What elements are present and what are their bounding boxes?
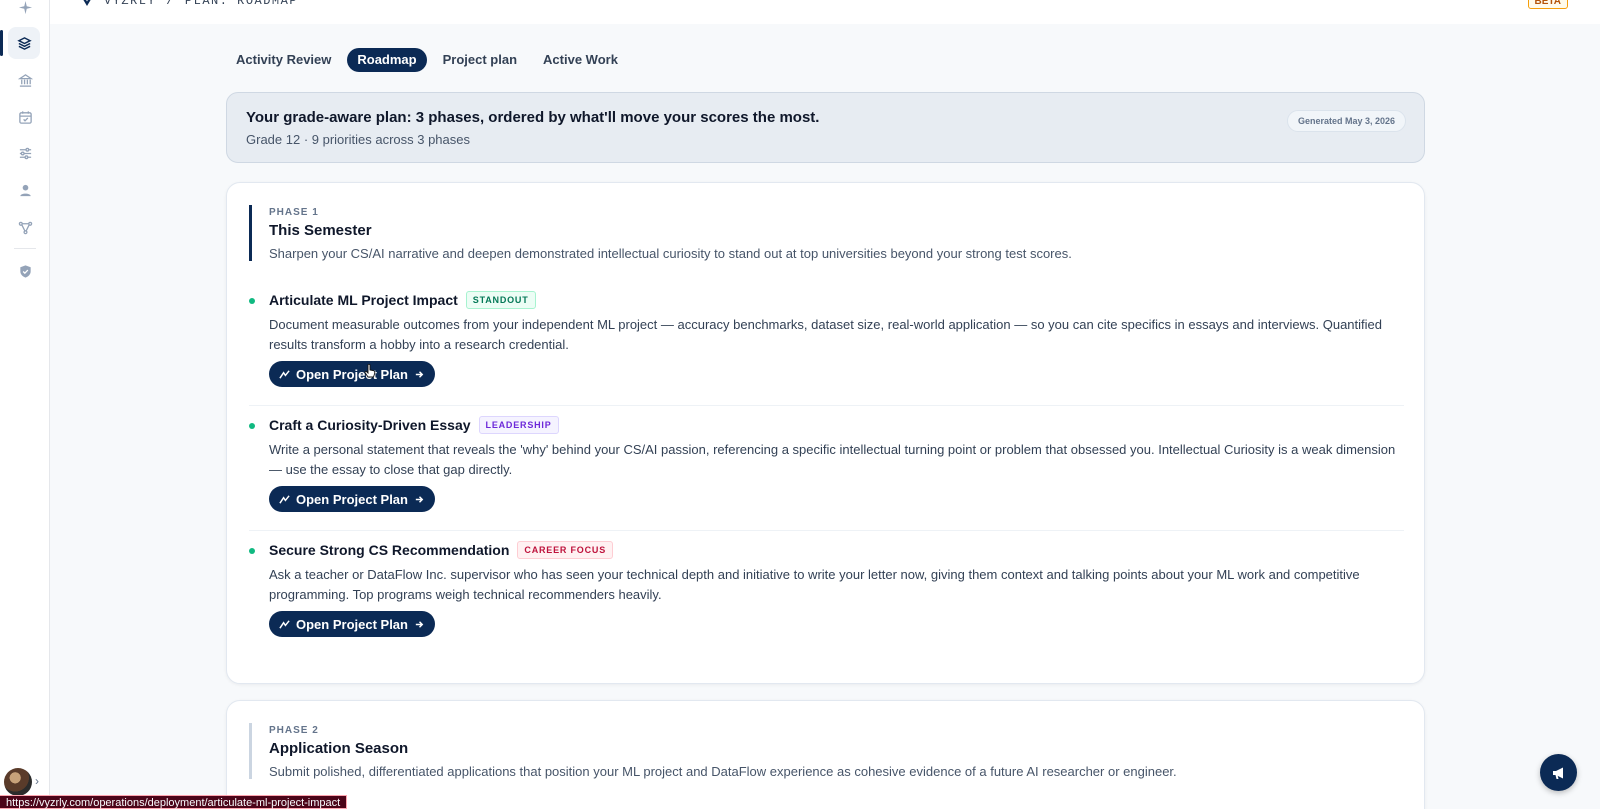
trend-icon — [279, 494, 290, 504]
status-dot — [249, 548, 255, 554]
priority-tag: STANDOUT — [465, 291, 536, 309]
trend-icon — [279, 369, 290, 379]
tab-roadmap[interactable]: Roadmap — [347, 48, 427, 72]
tab-activity-review[interactable]: Activity Review — [226, 48, 341, 72]
beta-badge: BETA — [1527, 0, 1568, 9]
open-project-plan-button[interactable]: Open Project Plan — [269, 611, 435, 637]
announcement-button[interactable] — [1540, 754, 1577, 791]
phase-header: PHASE 2 Application Season Submit polish… — [249, 723, 1177, 779]
plan-summary-subtitle: Grade 12 · 9 priorities across 3 phases — [246, 132, 470, 147]
button-label: Open Project Plan — [296, 366, 408, 382]
priority-description: Ask a teacher or DataFlow Inc. superviso… — [269, 567, 1360, 602]
generated-date-badge: Generated May 3, 2026 — [1286, 110, 1406, 132]
arrow-right-icon — [415, 370, 424, 378]
user-icon[interactable] — [12, 177, 38, 203]
network-icon[interactable] — [12, 214, 38, 240]
priority-tag: LEADERSHIP — [478, 416, 559, 434]
brand-name[interactable]: VYZRLY — [104, 0, 156, 8]
status-bar-url: https://vyzrly.com/operations/deployment… — [0, 795, 348, 809]
breadcrumb: VYZRLY / PLAN: ROADMAP — [80, 0, 298, 8]
open-project-plan-button[interactable]: Open Project Plan — [269, 361, 435, 387]
priority-tag: CAREER FOCUS — [517, 541, 613, 559]
priority-item: Craft a Curiosity-Driven Essay LEADERSHI… — [249, 416, 1404, 531]
priority-item: Articulate ML Project Impact STANDOUT Do… — [249, 291, 1404, 406]
priority-description: Write a personal statement that reveals … — [269, 442, 1396, 477]
sidebar: › — [0, 0, 50, 809]
brand-logo-icon — [83, 0, 91, 6]
priority-title: Craft a Curiosity-Driven Essay — [269, 417, 471, 433]
phase-title: Application Season — [269, 740, 409, 757]
phase-description: Sharpen your CS/AI narrative and deepen … — [269, 246, 1072, 261]
breadcrumb-current: PLAN: ROADMAP — [184, 0, 299, 8]
sliders-icon[interactable] — [12, 140, 38, 166]
plan-summary: Your grade-aware plan: 3 phases, ordered… — [226, 92, 1425, 163]
status-dot — [249, 423, 255, 429]
sidebar-divider — [14, 248, 36, 249]
phase-title: This Semester — [269, 222, 372, 239]
calendar-icon[interactable] — [12, 104, 38, 130]
phase-card: PHASE 2 Application Season Submit polish… — [226, 700, 1425, 809]
arrow-right-icon — [415, 495, 424, 503]
priority-item: Secure Strong CS Recommendation CAREER F… — [249, 541, 1404, 656]
button-label: Open Project Plan — [296, 491, 408, 507]
plan-summary-title: Your grade-aware plan: 3 phases, ordered… — [246, 109, 820, 126]
arrow-right-icon — [415, 620, 424, 628]
layers-icon[interactable] — [0, 27, 40, 59]
trend-icon — [279, 619, 290, 629]
chevron-right-icon[interactable]: › — [35, 774, 39, 788]
top-bar: VYZRLY / PLAN: ROADMAP BETA — [50, 0, 1600, 24]
phase-card: PHASE 1 This Semester Sharpen your CS/AI… — [226, 182, 1425, 684]
hand-cursor-icon — [364, 364, 376, 378]
phase-header: PHASE 1 This Semester Sharpen your CS/AI… — [249, 205, 1072, 261]
priority-title: Articulate ML Project Impact — [269, 292, 458, 308]
button-label: Open Project Plan — [296, 616, 408, 632]
phase-description: Submit polished, differentiated applicat… — [269, 764, 1177, 779]
shield-icon[interactable] — [12, 258, 38, 284]
priority-title: Secure Strong CS Recommendation — [269, 542, 510, 558]
tab-active-work[interactable]: Active Work — [533, 48, 628, 72]
tab-project-plan[interactable]: Project plan — [433, 48, 527, 72]
bank-icon[interactable] — [12, 67, 38, 93]
view-tabs: Activity Review Roadmap Project plan Act… — [226, 48, 628, 72]
open-project-plan-button[interactable]: Open Project Plan — [269, 486, 435, 512]
status-dot — [249, 298, 255, 304]
phase-label: PHASE 2 — [269, 725, 319, 736]
megaphone-icon — [1552, 767, 1563, 779]
priority-description: Document measurable outcomes from your i… — [269, 317, 1382, 352]
phase-label: PHASE 1 — [269, 207, 319, 218]
breadcrumb-separator: / — [166, 0, 175, 8]
avatar[interactable] — [4, 768, 32, 796]
sparkle-icon[interactable] — [12, 0, 38, 20]
